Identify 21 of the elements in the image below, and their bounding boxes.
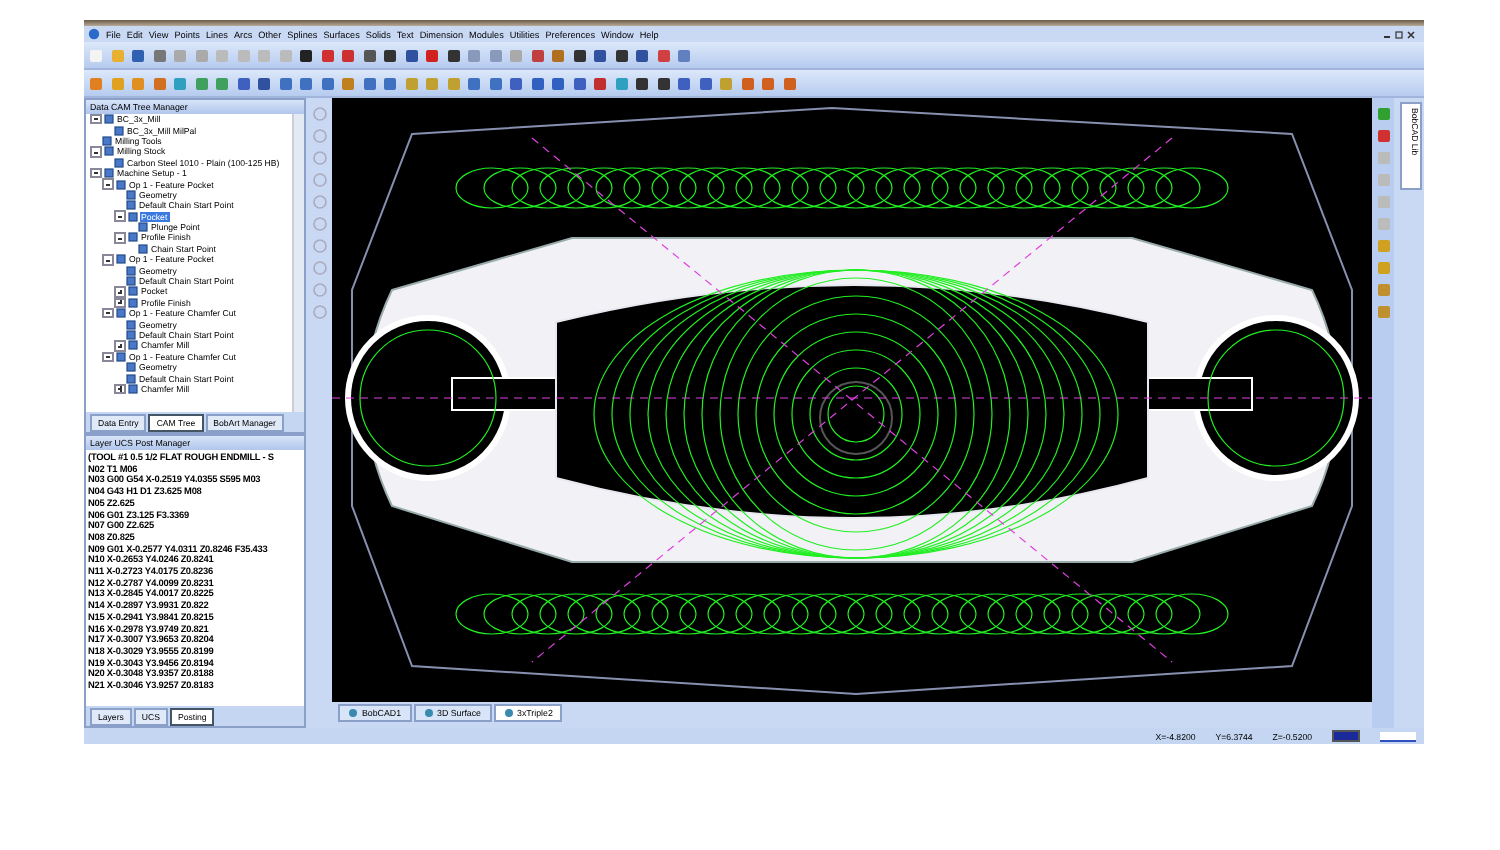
collapse-icon[interactable]	[102, 351, 113, 363]
collapse-icon[interactable]	[90, 114, 101, 125]
collapse-icon[interactable]	[114, 232, 125, 244]
collapse-icon[interactable]	[114, 210, 125, 222]
expand-icon[interactable]	[114, 383, 125, 395]
collapse-icon[interactable]	[90, 167, 101, 179]
collapse-icon[interactable]	[102, 307, 113, 319]
scrollbar[interactable]	[292, 114, 304, 412]
app-logo-icon	[88, 28, 100, 40]
expand-icon[interactable]	[114, 340, 125, 352]
line-style-dropdown[interactable]	[1380, 731, 1416, 741]
collapse-icon[interactable]	[102, 178, 113, 190]
expand-icon[interactable]	[114, 286, 125, 298]
document-icon	[503, 708, 513, 718]
collapse-icon[interactable]	[102, 254, 113, 266]
collapse-icon[interactable]	[90, 146, 101, 158]
document-icon	[423, 708, 434, 718]
document-icon	[348, 708, 358, 718]
expand-icon[interactable]	[114, 297, 125, 309]
window-controls-icon[interactable]	[1382, 29, 1418, 39]
color-dropdown[interactable]	[1332, 730, 1360, 742]
